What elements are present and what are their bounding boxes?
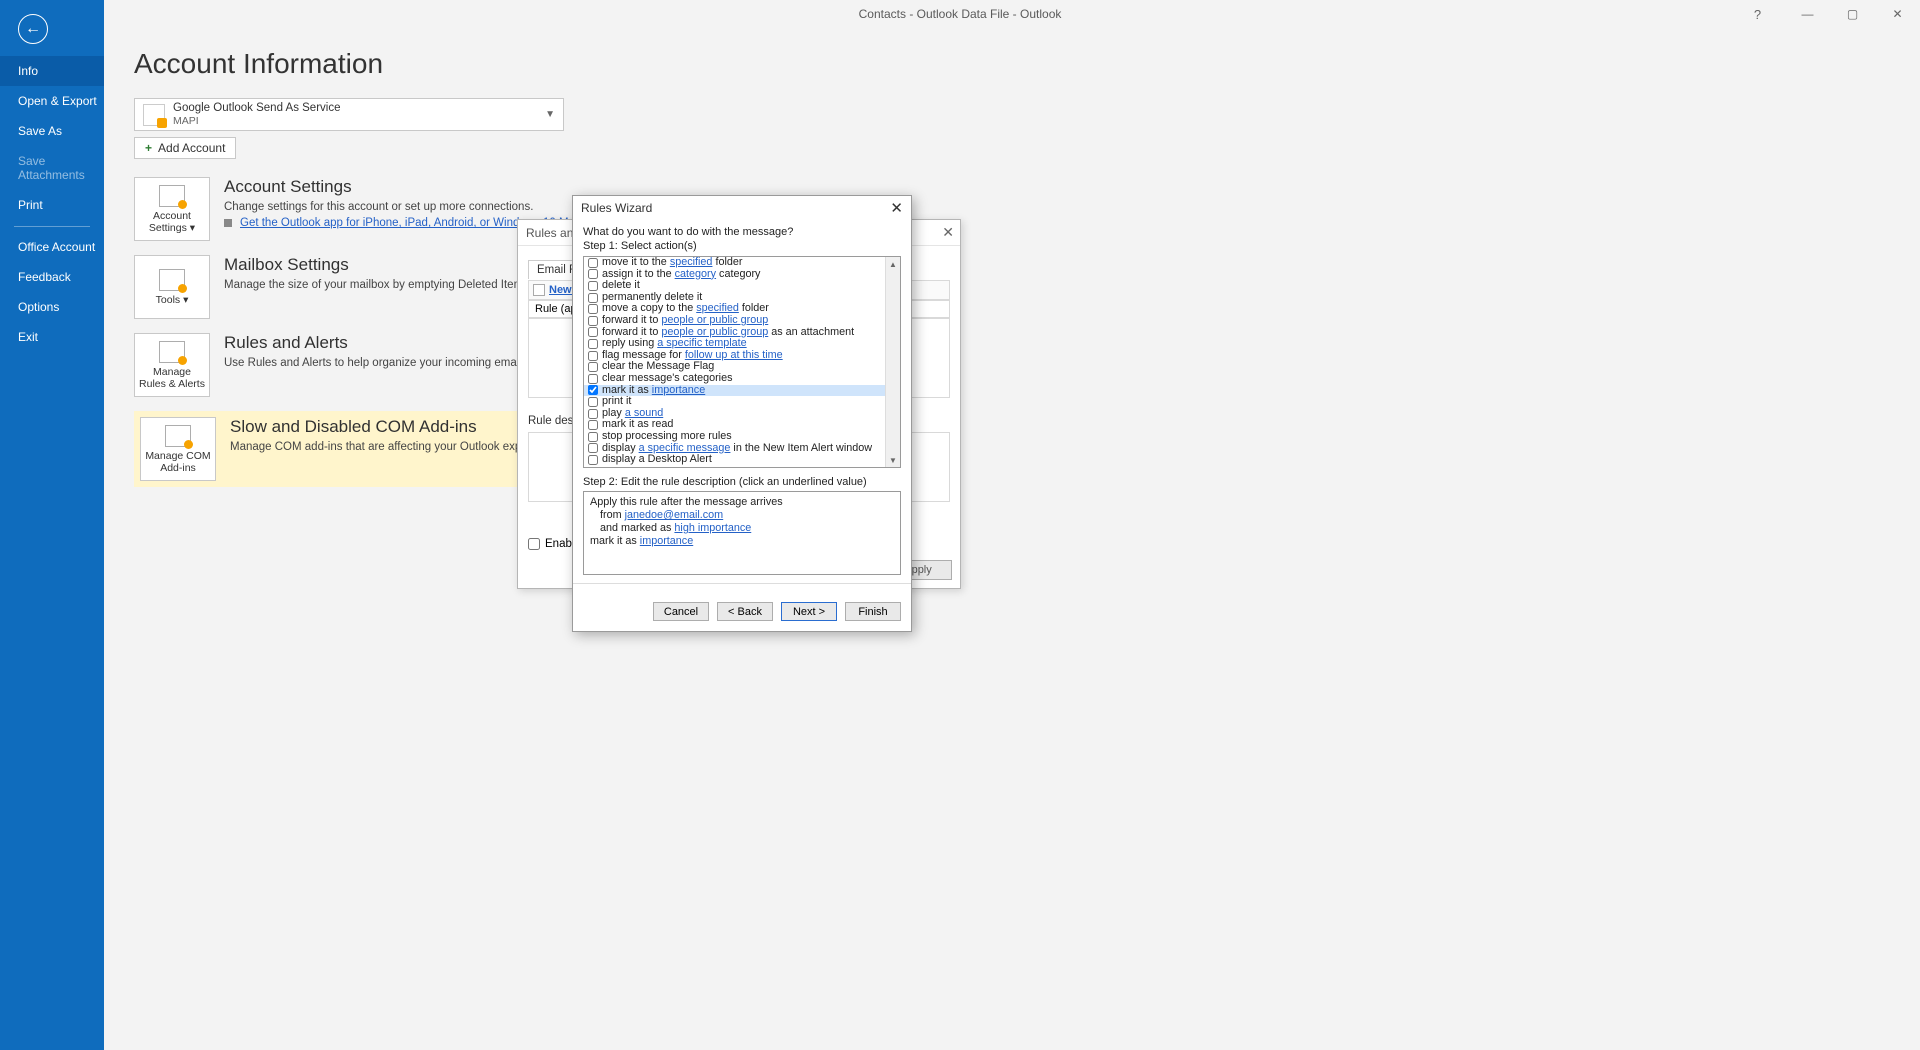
action-checkbox[interactable] — [588, 362, 598, 372]
minimize-button[interactable]: — — [1785, 0, 1830, 28]
action-checkbox[interactable] — [588, 327, 598, 337]
sidebar-item-open-export[interactable]: Open & Export — [0, 86, 104, 116]
enable-rss-checkbox[interactable] — [528, 538, 540, 550]
action-link[interactable]: people or public group — [661, 314, 768, 326]
sidebar-item-save-as[interactable]: Save As — [0, 116, 104, 146]
account-protocol: MAPI — [173, 115, 545, 128]
action-checkbox[interactable] — [588, 409, 598, 419]
action-link[interactable]: a sound — [625, 407, 663, 419]
scroll-down-icon[interactable]: ▼ — [886, 453, 900, 467]
account-icon — [143, 104, 165, 126]
account-name: Google Outlook Send As Service — [173, 102, 545, 115]
sidebar-item-office-account[interactable]: Office Account — [0, 233, 104, 262]
wizard-cancel-button[interactable]: Cancel — [653, 602, 709, 621]
wizard-action-row[interactable]: move it to the specified folder — [584, 257, 900, 269]
scroll-up-icon[interactable]: ▲ — [886, 257, 900, 271]
new-rule-icon — [533, 284, 545, 296]
action-link[interactable]: follow up at this time — [685, 349, 783, 361]
wizard-action-row[interactable]: stop processing more rules — [584, 431, 900, 443]
help-button[interactable]: ? — [1735, 0, 1780, 28]
window-title: Contacts - Outlook Data File - Outlook — [859, 7, 1062, 21]
action-link[interactable]: people or public group — [661, 326, 768, 338]
close-button[interactable]: ✕ — [1875, 0, 1920, 28]
maximize-button[interactable]: ▢ — [1830, 0, 1875, 28]
backstage-sidebar: ← Info Open & Export Save As Save Attach… — [0, 0, 104, 1050]
action-checkbox[interactable] — [588, 339, 598, 349]
plus-icon: + — [145, 141, 152, 155]
wizard-description-box: Apply this rule after the message arrive… — [583, 491, 901, 575]
sidebar-item-print[interactable]: Print — [0, 190, 104, 220]
account-settings-text: Change settings for this account or set … — [224, 201, 596, 213]
wizard-action-list: move it to the specified folderassign it… — [583, 256, 901, 468]
com-addins-text: Manage COM add-ins that are affecting yo… — [230, 441, 562, 453]
rules-alerts-close-icon[interactable]: ✕ — [942, 224, 954, 241]
wizard-step1-label: Step 1: Select action(s) — [583, 240, 901, 252]
tools-tile[interactable]: Tools ▾ — [134, 255, 210, 319]
com-addins-icon — [165, 425, 191, 447]
wizard-prompt: What do you want to do with the message? — [583, 226, 901, 238]
importance-action-link[interactable]: importance — [640, 535, 693, 547]
add-account-button[interactable]: + Add Account — [134, 137, 236, 159]
action-link[interactable]: importance — [652, 384, 705, 396]
wizard-title: Rules Wizard — [581, 201, 652, 215]
account-settings-heading: Account Settings — [224, 177, 596, 197]
action-link[interactable]: category — [675, 268, 716, 280]
action-checkbox[interactable] — [588, 316, 598, 326]
action-checkbox[interactable] — [588, 281, 598, 291]
sidebar-divider — [14, 226, 90, 227]
wizard-action-row[interactable]: clear message's categories — [584, 373, 900, 385]
bullet-icon — [224, 219, 232, 227]
action-checkbox[interactable] — [588, 443, 598, 453]
account-settings-icon — [159, 185, 185, 207]
action-link[interactable]: specified — [696, 302, 739, 314]
wizard-finish-button[interactable]: Finish — [845, 602, 901, 621]
manage-rules-tile[interactable]: Manage Rules & Alerts — [134, 333, 210, 397]
action-link[interactable]: specified — [670, 256, 713, 268]
sidebar-item-options[interactable]: Options — [0, 292, 104, 322]
action-checkbox[interactable] — [588, 293, 598, 303]
sidebar-item-info[interactable]: Info — [0, 56, 104, 86]
tools-icon — [159, 269, 185, 291]
manage-com-addins-tile[interactable]: Manage COM Add-ins — [140, 417, 216, 481]
action-link[interactable]: a specific template — [657, 337, 746, 349]
wizard-next-button[interactable]: Next > — [781, 602, 837, 621]
action-link[interactable]: a specific message — [639, 442, 731, 454]
action-checkbox[interactable] — [588, 351, 598, 361]
action-checkbox[interactable] — [588, 385, 598, 395]
wizard-action-row[interactable]: mark it as importance — [584, 385, 900, 397]
sidebar-item-feedback[interactable]: Feedback — [0, 262, 104, 292]
page-title: Account Information — [134, 48, 1890, 80]
wizard-action-row[interactable]: display a Desktop Alert — [584, 454, 900, 466]
com-addins-heading: Slow and Disabled COM Add-ins — [230, 417, 562, 437]
from-address-link[interactable]: janedoe@email.com — [625, 509, 724, 521]
sidebar-item-exit[interactable]: Exit — [0, 322, 104, 352]
chevron-down-icon: ▼ — [545, 109, 555, 120]
wizard-back-button[interactable]: < Back — [717, 602, 773, 621]
rules-wizard-dialog: Rules Wizard ✕ What do you want to do wi… — [572, 195, 912, 632]
action-checkbox[interactable] — [588, 455, 598, 465]
action-checkbox[interactable] — [588, 269, 598, 279]
back-button[interactable]: ← — [18, 14, 48, 44]
importance-condition-link[interactable]: high importance — [674, 522, 751, 534]
action-checkbox[interactable] — [588, 432, 598, 442]
rules-icon — [159, 341, 185, 363]
action-checkbox[interactable] — [588, 258, 598, 268]
account-selector[interactable]: Google Outlook Send As Service MAPI ▼ — [134, 98, 564, 131]
sidebar-item-save-attachments: Save Attachments — [0, 146, 104, 190]
action-checkbox[interactable] — [588, 420, 598, 430]
action-checkbox[interactable] — [588, 397, 598, 407]
scrollbar[interactable]: ▲ ▼ — [885, 257, 900, 467]
action-checkbox[interactable] — [588, 304, 598, 314]
account-settings-tile[interactable]: Account Settings ▾ — [134, 177, 210, 241]
titlebar: Contacts - Outlook Data File - Outlook ?… — [0, 0, 1920, 28]
action-checkbox[interactable] — [588, 374, 598, 384]
wizard-step2-label: Step 2: Edit the rule description (click… — [583, 476, 901, 488]
main-content: Account Information Google Outlook Send … — [104, 28, 1920, 1050]
wizard-close-icon[interactable]: ✕ — [890, 199, 903, 217]
